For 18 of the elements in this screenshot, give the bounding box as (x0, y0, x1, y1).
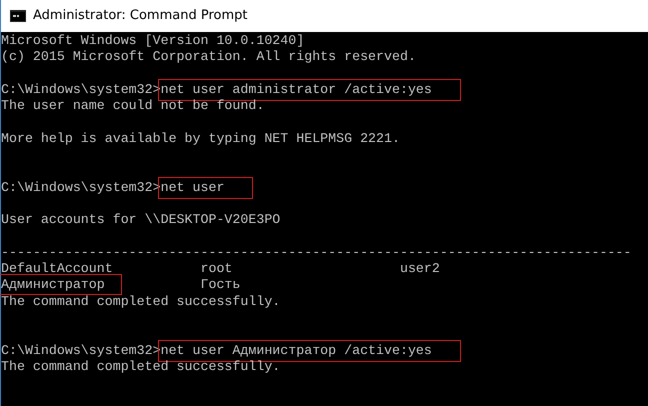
console-command: net user (160, 180, 250, 196)
window-title: Administrator: Command Prompt (33, 7, 248, 26)
console-command: net user Администратор /active:yes (160, 342, 458, 359)
console-app-icon (10, 10, 26, 22)
console-output-line: The command completed successfully. (1, 294, 280, 310)
account-name: Гость (200, 277, 240, 292)
account-name: DefaultAccount (1, 261, 113, 276)
account-name: root (200, 261, 232, 276)
console-command: net user administrator /active:yes (160, 82, 458, 98)
console-output-line: The user name could not be found. (1, 98, 264, 114)
account-name: user2 (400, 261, 440, 276)
console-output-line: The command completed successfully. (1, 358, 280, 376)
console-output-line: User accounts for \\DESKTOP-V20E3PO (1, 212, 280, 229)
console-output-line: ------------------------------------------------------------------------------- (1, 244, 632, 262)
account-name: Администратор (1, 277, 119, 292)
console-output-line: Microsoft Windows [Version 10.0.10240] (1, 33, 304, 50)
console-output-line: (c) 2015 Microsoft Corporation. All rights reserved. (1, 49, 416, 66)
console-output-line: More help is available by typing NET HELPMSG 2221. (1, 130, 400, 148)
